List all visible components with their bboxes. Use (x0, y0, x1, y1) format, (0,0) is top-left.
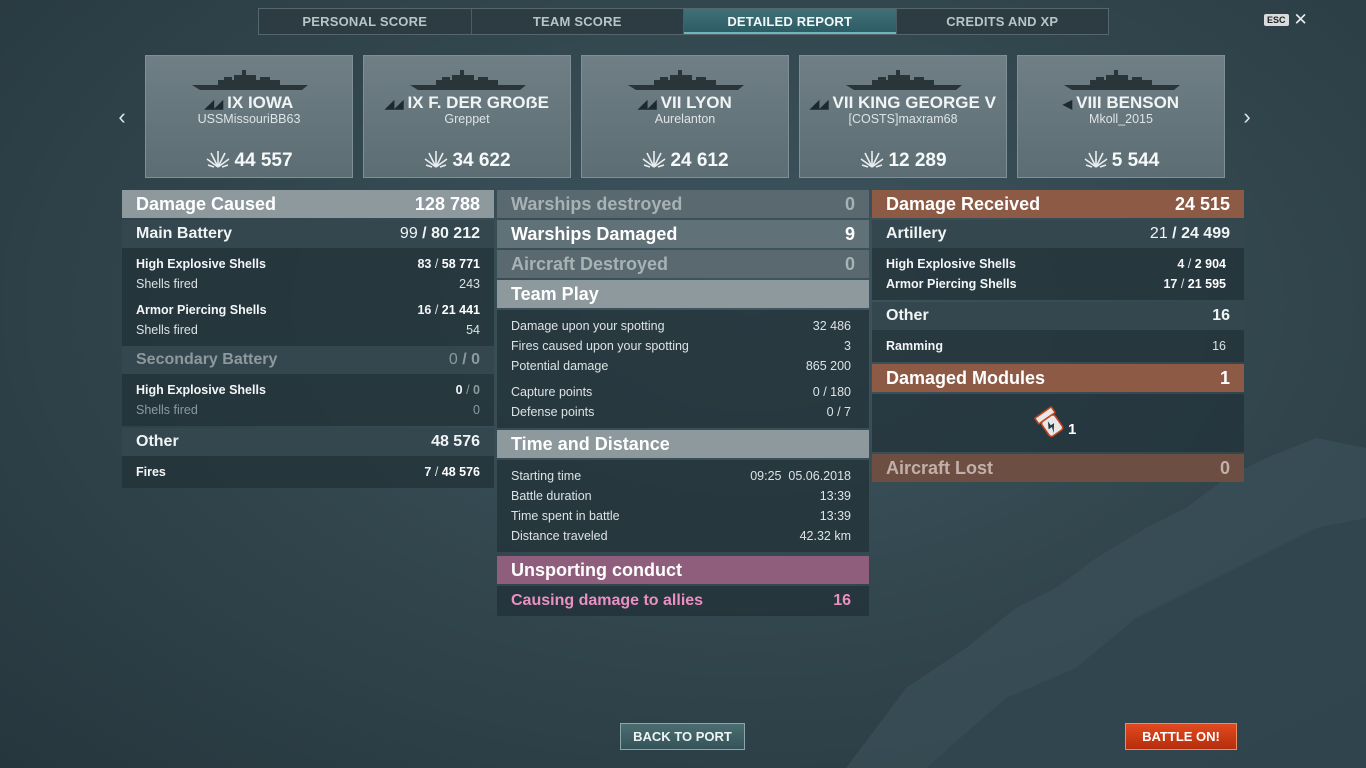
list-item: Distance traveled 42.32 km (511, 529, 851, 543)
carousel-prev-arrow-icon[interactable]: ‹ (114, 104, 130, 130)
player-name: Greppet (444, 112, 490, 126)
ship-name: ◢◢ VII KING GEORGE V (810, 93, 996, 112)
player-name: [COSTS]maxram68 (848, 112, 958, 126)
warships-damaged-header: Warships Damaged 9 (497, 220, 869, 248)
background-mountain (846, 438, 1366, 768)
other-damage-details: Fires 7 / 48 576 (122, 456, 494, 488)
list-item: Fires caused upon your spotting 3 (511, 339, 851, 353)
damaged-modules-area: 1 (872, 394, 1244, 452)
damage-received-header: Damage Received 24 515 (872, 190, 1244, 218)
ship-card[interactable]: ◢◢ VII KING GEORGE V [COSTS]maxram68 12 289 (799, 55, 1007, 178)
ship-card[interactable]: ◢◢ IX IOWA USSMissouriBB63 44 557 (145, 55, 353, 178)
back-to-port-button[interactable]: BACK TO PORT (620, 723, 745, 750)
list-item: Defense points 0 / 7 (511, 405, 851, 419)
player-name: Mkoll_2015 (1089, 112, 1153, 126)
list-item: Fires 7 / 48 576 (136, 465, 480, 479)
tab-personal-score[interactable]: PERSONAL SCORE (259, 9, 472, 34)
damage-burst-icon (206, 151, 230, 168)
other-received-header: Other 16 (872, 302, 1244, 330)
player-name: Aurelanton (654, 112, 716, 126)
ship-damage-score: 24 612 (582, 147, 788, 172)
list-item: Shells fired 54 (136, 323, 480, 337)
esc-key-hint: ESC (1264, 14, 1289, 26)
list-item: Capture points 0 / 180 (511, 385, 851, 399)
list-item: High Explosive Shells 83 / 58 771 (136, 257, 480, 271)
report-tabs: PERSONAL SCORE TEAM SCORE DETAILED REPOR… (258, 8, 1109, 35)
tab-detailed-report[interactable]: DETAILED REPORT (684, 9, 897, 34)
damage-burst-icon (1084, 151, 1108, 168)
list-item: Ramming 16 (886, 339, 1226, 353)
player-name: USSMissouriBB63 (197, 112, 301, 126)
tab-team-score[interactable]: TEAM SCORE (472, 9, 684, 34)
ship-silhouette-icon (846, 70, 962, 90)
list-item: Starting time 09:25 05.06.2018 (511, 469, 851, 483)
time-distance-details: Starting time 09:25 05.06.2018 Battle dur… (497, 460, 869, 552)
ship-name: ◀ VIII BENSON (1062, 93, 1180, 112)
battle-on-button[interactable]: BATTLE ON! (1125, 723, 1237, 750)
damage-caused-value: 128 788 (414, 193, 480, 214)
damaged-modules-count: 1 (1068, 421, 1077, 438)
damage-received-panel: Damage Received 24 515 Artillery 21 / 24 … (872, 190, 1244, 484)
team-play-header: Team Play (497, 280, 869, 308)
list-item: High Explosive Shells 4 / 2 904 (886, 257, 1226, 271)
list-item: Time spent in battle 13:39 (511, 509, 851, 523)
aircraft-destroyed-header: Aircraft Destroyed 0 (497, 250, 869, 278)
ship-name: ◢◢ VII LYON (638, 93, 732, 112)
warships-destroyed-header: Warships destroyed 0 (497, 190, 869, 218)
list-item: Armor Piercing Shells 17 / 21 595 (886, 277, 1226, 291)
battleship-icon: ◢◢ (810, 97, 829, 111)
close-icon: ✕ (1293, 10, 1308, 29)
ship-card[interactable]: ◀ VIII BENSON Mkoll_2015 5 544 (1017, 55, 1225, 178)
tab-credits-and-xp[interactable]: CREDITS AND XP (897, 9, 1109, 34)
list-item: Potential damage 865 200 (511, 359, 851, 373)
damaged-gun-module-icon (1034, 406, 1064, 438)
other-damage-header: Other 48 576 (122, 428, 494, 456)
battleship-icon: ◢◢ (384, 97, 404, 111)
team-play-details: Damage upon your spotting 32 486 Fires ca… (497, 310, 869, 428)
main-battery-details: High Explosive Shells 83 / 58 771 Shells … (122, 248, 494, 346)
other-received-details: Ramming 16 (872, 330, 1244, 362)
list-item: Shells fired 243 (136, 277, 480, 291)
ship-damage-score: 12 289 (800, 147, 1006, 172)
ally-damage-row: Causing damage to allies 16 (497, 586, 869, 616)
ship-card[interactable]: ◢◢ VII LYON Aurelanton 24 612 (581, 55, 789, 178)
list-item: Shells fired 0 (136, 403, 480, 417)
unsporting-conduct-header: Unsporting conduct (497, 556, 869, 584)
list-item: Battle duration 13:39 (511, 489, 851, 503)
ship-silhouette-icon (192, 70, 308, 90)
damage-caused-panel: Damage Caused 128 788 Main Battery 99 / … (122, 190, 494, 488)
main-battery-header: Main Battery 99 / 80 212 (122, 220, 494, 248)
ship-damage-score: 5 544 (1018, 147, 1224, 172)
damage-caused-header: Damage Caused 128 788 (122, 190, 494, 218)
damage-burst-icon (860, 151, 884, 168)
time-distance-header: Time and Distance (497, 430, 869, 458)
ship-silhouette-icon (1064, 70, 1180, 90)
artillery-details: High Explosive Shells 4 / 2 904 Armor Pie… (872, 248, 1244, 300)
destroyer-icon: ◀ (1062, 97, 1073, 111)
damaged-modules-header: Damaged Modules 1 (872, 364, 1244, 392)
ship-silhouette-icon (628, 70, 744, 90)
damage-burst-icon (424, 151, 448, 168)
list-item: High Explosive Shells 0 / 0 (136, 383, 480, 397)
ship-damage-score: 34 622 (364, 147, 570, 172)
secondary-battery-details: High Explosive Shells 0 / 0 Shells fired 0 (122, 374, 494, 426)
ship-card[interactable]: ◢◢ IX F. DER GROẞE Greppet 34 622 (363, 55, 571, 178)
battle-stats-panel: Warships destroyed 0 Warships Damaged 9 Ai… (497, 190, 869, 616)
damage-burst-icon (642, 151, 666, 168)
ship-silhouette-icon (410, 70, 526, 90)
artillery-header: Artillery 21 / 24 499 (872, 220, 1244, 248)
ship-name: ◢◢ IX F. DER GROẞE (384, 93, 550, 112)
aircraft-lost-header: Aircraft Lost 0 (872, 454, 1244, 482)
list-item: Damage upon your spotting 32 486 (511, 319, 851, 333)
secondary-battery-header: Secondary Battery 0 / 0 (122, 346, 494, 374)
carousel-next-arrow-icon[interactable]: › (1239, 104, 1255, 130)
ship-name: ◢◢ IX IOWA (204, 93, 294, 112)
battleship-icon: ◢◢ (204, 97, 224, 111)
ship-damage-score: 44 557 (146, 147, 352, 172)
close-button[interactable]: ESC ✕ (1264, 10, 1308, 29)
list-item: Armor Piercing Shells 16 / 21 441 (136, 303, 480, 317)
battleship-icon: ◢◢ (638, 97, 657, 111)
